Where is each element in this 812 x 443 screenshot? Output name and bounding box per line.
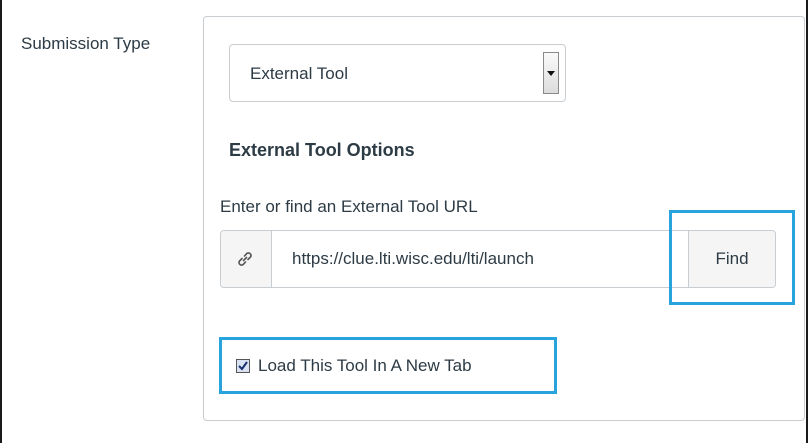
dropdown-arrow-icon[interactable]	[543, 52, 559, 94]
new-tab-option[interactable]: Load This Tool In A New Tab	[236, 356, 472, 376]
submission-type-select[interactable]: External Tool	[229, 44, 566, 102]
link-icon	[221, 231, 272, 287]
new-tab-checkbox[interactable]	[236, 359, 250, 373]
external-tool-url-input[interactable]	[272, 231, 688, 287]
external-tool-url-label: Enter or find an External Tool URL	[220, 197, 478, 216]
find-button[interactable]: Find	[688, 231, 775, 287]
submission-type-selected-value: External Tool	[250, 64, 348, 83]
submission-type-label: Submission Type	[21, 34, 151, 53]
external-tool-options-heading: External Tool Options	[229, 140, 415, 160]
new-tab-label[interactable]: Load This Tool In A New Tab	[258, 356, 472, 376]
external-tool-url-group: Find	[220, 230, 776, 288]
